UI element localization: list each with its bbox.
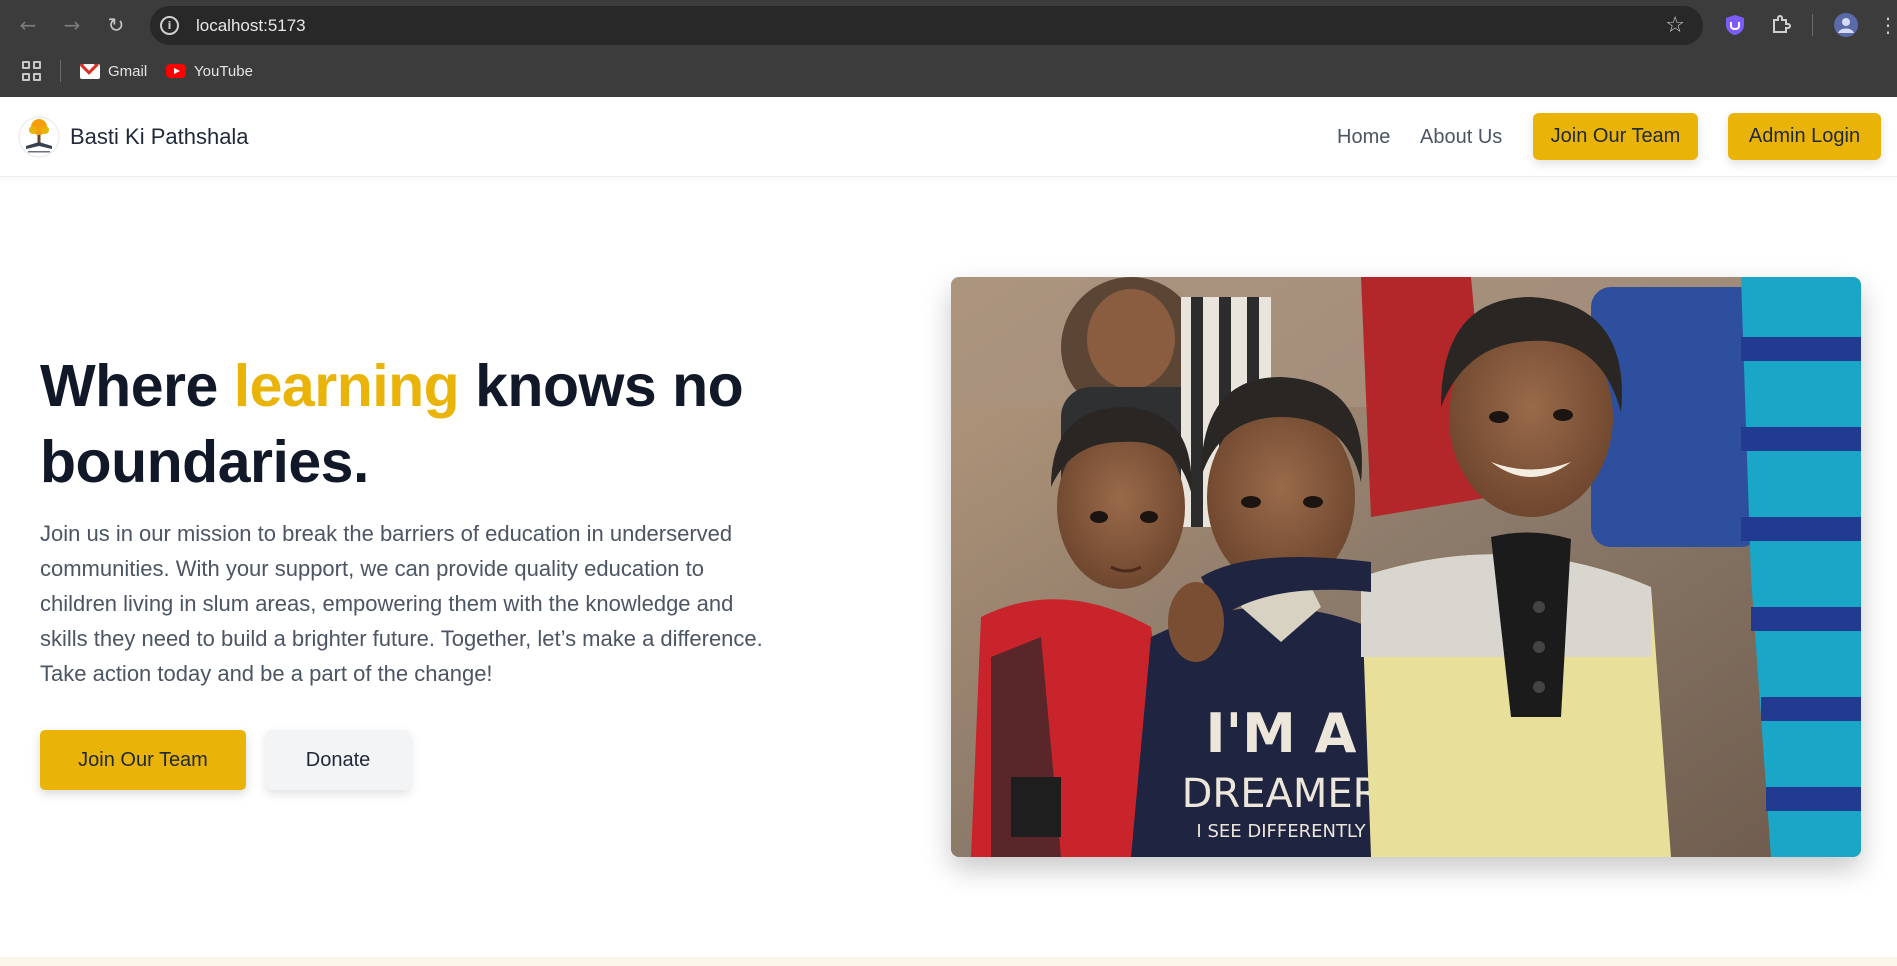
nav-join-team-button[interactable]: Join Our Team [1533,113,1698,160]
bookmarks-bar: Gmail YouTube [0,54,1897,88]
bookmarks-divider [60,60,61,82]
back-icon[interactable]: ← [12,10,44,40]
photo-shirt-text-2: DREAMER [1182,771,1381,817]
extensions-puzzle-icon[interactable] [1768,12,1794,38]
toolbar-divider [1812,14,1813,36]
address-url[interactable]: localhost:5173 [196,6,306,45]
hero-title-accent: learning [233,353,460,419]
forward-icon[interactable]: → [56,10,88,40]
bookmark-gmail[interactable]: Gmail [80,54,147,88]
browser-menu-icon[interactable]: ⋮ [1878,10,1897,40]
youtube-icon [166,64,186,78]
hero-title-start: Where [40,353,234,419]
bookmark-label: Gmail [108,62,148,80]
nav-about-link[interactable]: About Us [1420,97,1502,177]
nav-home-link[interactable]: Home [1337,97,1390,177]
site-info-icon[interactable]: i [160,16,179,35]
bookmark-youtube[interactable]: YouTube [166,54,253,88]
hero-photo-children: I'M A DREAMER I SEE DIFFERENTLY [951,277,1861,857]
gmail-icon [80,63,100,79]
browser-toolbar: ← → ↻ i localhost:5173 ☆ ⋮ [0,0,1897,50]
photo-shirt-text-3: I SEE DIFFERENTLY [1196,821,1366,842]
hero-donate-button[interactable]: Donate [266,730,410,790]
reload-icon[interactable]: ↻ [100,10,132,40]
hero-title: Where learning knows no boundaries. [40,348,900,500]
browser-chrome: ← → ↻ i localhost:5173 ☆ ⋮ Gmail YouTube [0,0,1897,97]
next-section-strip [0,957,1897,966]
shield-extension-icon[interactable] [1722,12,1748,38]
address-bar[interactable]: i localhost:5173 ☆ [150,6,1703,45]
photo-shirt-text-1: I'M A [1206,702,1357,765]
bookmark-label: YouTube [194,62,253,80]
bookmark-star-icon[interactable]: ☆ [1665,13,1685,38]
nav-admin-login-button[interactable]: Admin Login [1728,113,1881,160]
apps-grid-icon[interactable] [22,61,42,81]
brand-logo-icon[interactable] [18,116,60,158]
hero-description: Join us in our mission to break the barr… [40,521,763,686]
hero-join-team-button[interactable]: Join Our Team [40,730,246,790]
site-header: Basti Ki Pathshala Home About Us Join Ou… [0,97,1897,177]
profile-avatar-icon[interactable] [1833,12,1859,38]
brand-name[interactable]: Basti Ki Pathshala [70,97,249,177]
